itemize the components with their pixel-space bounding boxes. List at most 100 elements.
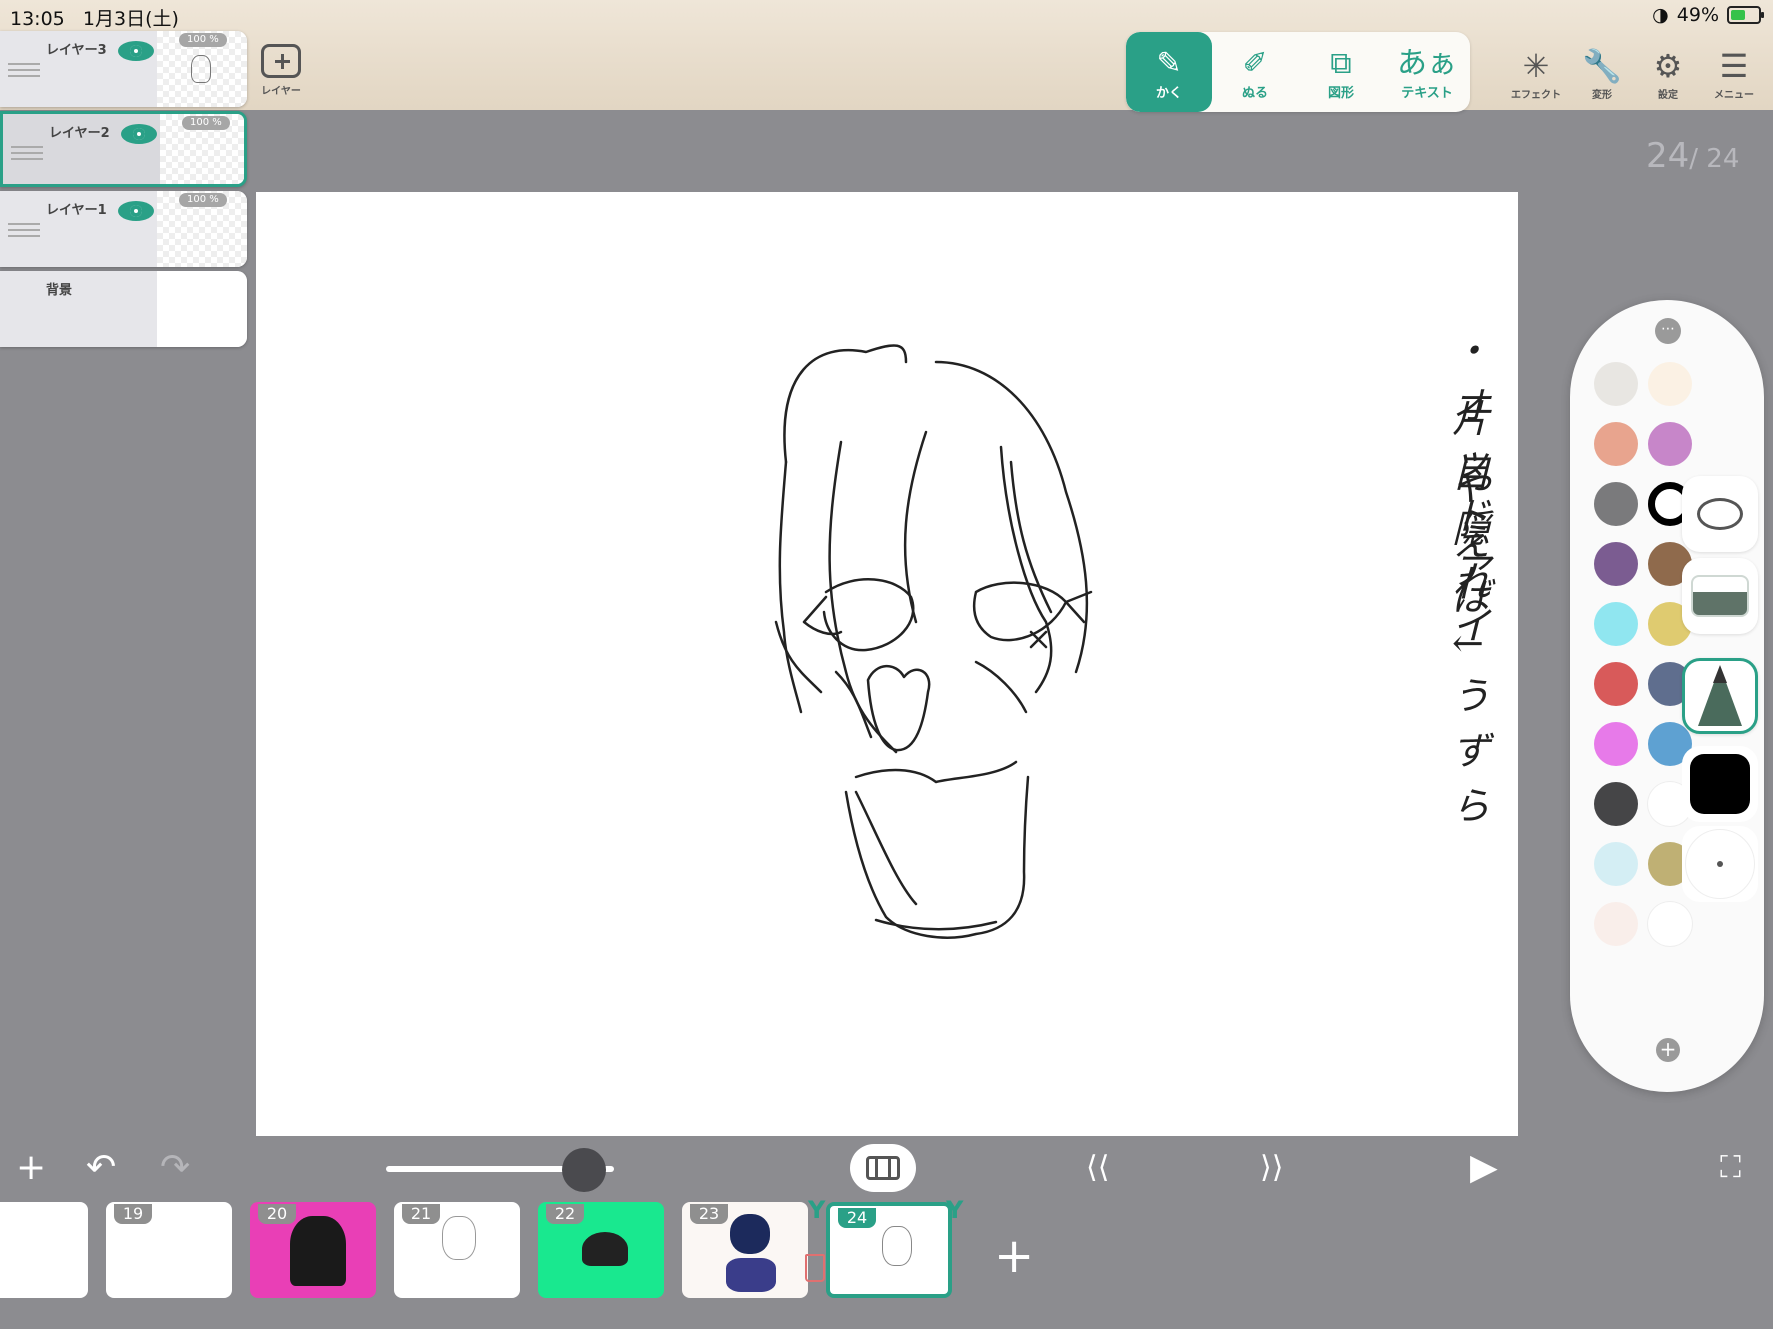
filmstrip-toggle-button[interactable]: [850, 1144, 916, 1192]
layer-name: 背景: [46, 283, 73, 298]
frame-thumbnail-current[interactable]: 24: [826, 1202, 952, 1298]
frame-number: 19: [114, 1204, 152, 1224]
color-swatch[interactable]: [1648, 362, 1692, 406]
eraser-button[interactable]: [1682, 558, 1758, 634]
add-layer-label: レイヤー: [261, 86, 301, 97]
thumbnail-sketch: [191, 55, 211, 83]
status-date: 1月3日(土): [82, 8, 179, 30]
redo-icon[interactable]: ↷: [160, 1146, 190, 1190]
gear-icon: ⚙: [1653, 47, 1683, 85]
add-color-icon[interactable]: +: [1656, 1038, 1680, 1062]
color-swatch[interactable]: [1594, 602, 1638, 646]
undo-icon[interactable]: ↶: [86, 1146, 116, 1190]
status-time-date: 13:05 1月3日(土): [10, 4, 179, 31]
visibility-eye-icon[interactable]: [121, 124, 157, 144]
status-right: ◑ 49%: [1652, 4, 1764, 26]
frame-number: 21: [402, 1204, 440, 1224]
lasso-button[interactable]: [1682, 476, 1758, 552]
page-counter: 24/ 24: [1646, 136, 1739, 176]
color-swatch[interactable]: [1594, 482, 1638, 526]
visibility-eye-icon[interactable]: [118, 201, 154, 221]
tab-draw[interactable]: ✎ かく: [1126, 32, 1212, 112]
brush-size-button[interactable]: [1682, 826, 1758, 902]
next-frame-icon[interactable]: ⟩⟩: [1260, 1146, 1283, 1190]
brush-size-icon: [1685, 829, 1755, 899]
drag-handle-icon[interactable]: [8, 223, 40, 237]
frame-thumbnail[interactable]: 21: [394, 1202, 520, 1298]
menu-button[interactable]: ☰ メニュー: [1701, 46, 1767, 101]
tab-fill-label: ぬる: [1241, 86, 1268, 101]
drag-handle-icon[interactable]: [11, 146, 43, 160]
frame-number: 24: [838, 1208, 876, 1228]
eraser-icon: [1691, 575, 1749, 617]
color-swatch[interactable]: [1648, 422, 1692, 466]
delete-frame-icon[interactable]: [805, 1254, 825, 1282]
brush-icon: ✐: [1242, 46, 1268, 81]
canvas-note-3: やえば ←うずら: [1452, 465, 1495, 828]
battery-icon: [1727, 6, 1764, 24]
layer-item-2[interactable]: レイヤー2 100 %: [0, 111, 247, 187]
layer-opacity: 100 %: [179, 33, 227, 47]
layer-thumbnail: [157, 271, 247, 347]
tab-shapes[interactable]: ⧉ 図形: [1298, 32, 1384, 112]
layers-panel: レイヤー3 100 % レイヤー2 100 % レイヤー1 100 % 背景: [0, 31, 248, 351]
zoom-slider-knob[interactable]: [562, 1148, 606, 1192]
effects-button[interactable]: ✳ エフェクト: [1503, 46, 1569, 101]
layer-item-3[interactable]: レイヤー3 100 %: [0, 31, 247, 107]
fullscreen-icon[interactable]: ⛶: [1720, 1146, 1741, 1190]
color-swatch[interactable]: [1594, 542, 1638, 586]
onion-skin-marker-right-icon[interactable]: Y: [946, 1196, 966, 1224]
layer-opacity: 100 %: [179, 193, 227, 207]
color-swatch[interactable]: [1594, 782, 1638, 826]
page-current: 24: [1646, 136, 1690, 176]
drag-handle-icon[interactable]: [8, 63, 40, 77]
layer-name: レイヤー2: [49, 126, 110, 141]
color-swatch[interactable]: [1594, 902, 1638, 946]
right-menu: ✳ エフェクト 🔧 変形 ⚙ 設定 ☰ メニュー: [1503, 46, 1767, 101]
frame-thumbnail[interactable]: 20: [250, 1202, 376, 1298]
add-frame-icon[interactable]: +: [994, 1232, 1034, 1280]
pencil-icon: ✎: [1156, 46, 1182, 81]
layer-thumbnail: 100 %: [157, 191, 247, 267]
tab-text[interactable]: あぁ テキスト: [1384, 32, 1470, 112]
play-icon[interactable]: ▶: [1470, 1146, 1498, 1190]
color-swatch[interactable]: [1594, 362, 1638, 406]
color-swatch[interactable]: [1648, 902, 1692, 946]
drawing-canvas[interactable]: ・オッドアイ 片目隠れ やえば ←うずら: [256, 192, 1518, 1136]
onion-skin-marker-left-icon[interactable]: Y: [808, 1196, 828, 1224]
current-color-button[interactable]: [1682, 746, 1758, 822]
hamburger-icon: ☰: [1719, 47, 1749, 85]
pencil-tool-icon: [1698, 665, 1742, 726]
transform-button[interactable]: 🔧 変形: [1569, 46, 1635, 101]
frame-thumbnail[interactable]: 19: [106, 1202, 232, 1298]
frame-thumbnail[interactable]: 22: [538, 1202, 664, 1298]
status-time: 13:05: [10, 8, 65, 30]
previous-frame-icon[interactable]: ⟨⟨: [1086, 1146, 1109, 1190]
more-icon[interactable]: ⋯: [1655, 318, 1681, 344]
pencil-tool-button[interactable]: [1682, 658, 1758, 734]
bottom-toolbar: + ↶ ↷ ⟨⟨ ⟩⟩ ▶ ⛶: [0, 1136, 1773, 1202]
battery-percent: 49%: [1676, 4, 1719, 26]
color-palette: ⋯ +: [1570, 300, 1764, 1092]
frame-number: 22: [546, 1204, 584, 1224]
sketch-drawing: [774, 344, 1093, 939]
add-layer-button[interactable]: レイヤー: [256, 44, 306, 104]
effects-label: エフェクト: [1511, 90, 1561, 101]
tab-draw-label: かく: [1155, 86, 1182, 101]
layer-item-background[interactable]: 背景: [0, 271, 247, 347]
settings-label: 設定: [1658, 90, 1678, 101]
wrench-icon: 🔧: [1582, 47, 1622, 85]
layer-name: レイヤー1: [46, 203, 107, 218]
black-color-swatch: [1690, 754, 1750, 814]
color-swatch[interactable]: [1594, 722, 1638, 766]
layer-item-1[interactable]: レイヤー1 100 %: [0, 191, 247, 267]
tab-fill[interactable]: ✐ ぬる: [1212, 32, 1298, 112]
add-icon[interactable]: +: [16, 1146, 46, 1190]
frame-thumbnail[interactable]: 23: [682, 1202, 808, 1298]
color-swatch[interactable]: [1594, 842, 1638, 886]
visibility-eye-icon[interactable]: [118, 41, 154, 61]
settings-button[interactable]: ⚙ 設定: [1635, 46, 1701, 101]
color-swatch[interactable]: [1594, 422, 1638, 466]
color-swatch[interactable]: [1594, 662, 1638, 706]
frame-thumbnail[interactable]: [0, 1202, 88, 1298]
